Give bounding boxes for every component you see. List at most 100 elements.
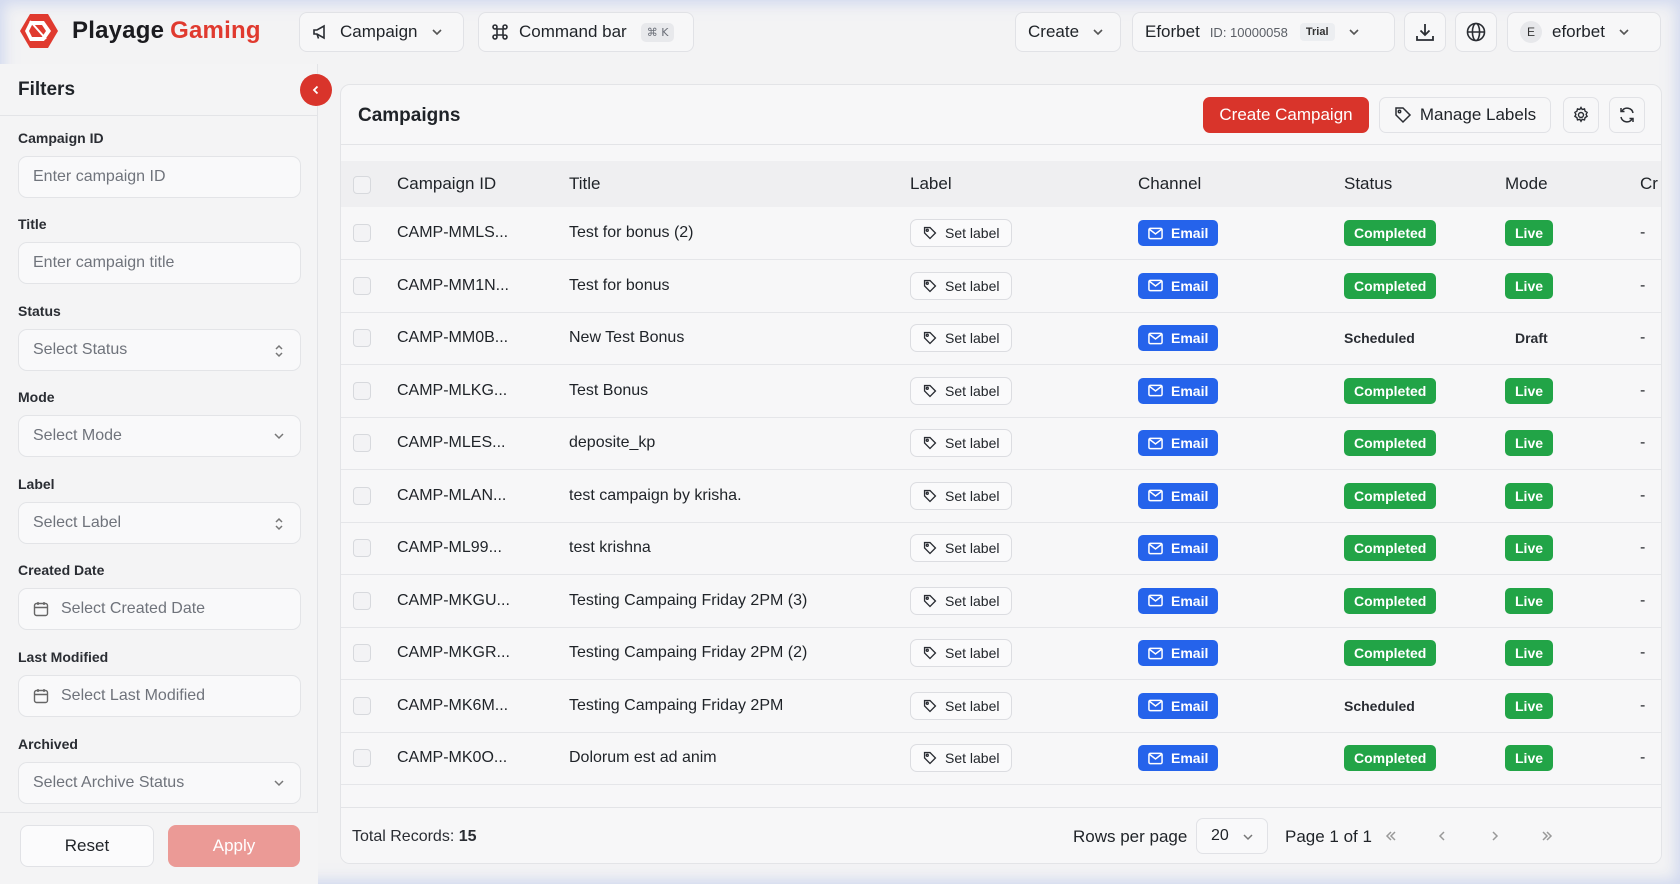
account-switcher[interactable]: Eforbet ID: 10000058 Trial bbox=[1132, 12, 1395, 52]
table-row[interactable]: CAMP-MK0O...Id ea iriure elitSet labelEm… bbox=[341, 785, 1661, 786]
column-header-title[interactable]: Title bbox=[569, 161, 910, 207]
campaign-title-cell[interactable]: deposite_kp bbox=[569, 417, 910, 470]
campaign-title-cell[interactable]: Test for bonus (2) bbox=[569, 207, 910, 260]
row-checkbox[interactable] bbox=[353, 381, 371, 400]
row-checkbox[interactable] bbox=[353, 434, 371, 453]
row-checkbox[interactable] bbox=[353, 749, 371, 768]
campaign-title-cell[interactable]: Id ea iriure elit bbox=[569, 785, 910, 786]
campaign-title-cell[interactable]: Dolorum est ad anim bbox=[569, 732, 910, 785]
command-bar-button[interactable]: Command bar ⌘ K bbox=[478, 12, 694, 52]
set-label-button[interactable]: Set label bbox=[910, 324, 1013, 353]
set-label-button[interactable]: Set label bbox=[910, 271, 1013, 300]
table-row[interactable]: CAMP-MM0B... New Test Bonus Set label Email… bbox=[341, 312, 1661, 365]
campaign-title-cell[interactable]: Testing Campaing Friday 2PM bbox=[569, 680, 910, 733]
settings-button[interactable] bbox=[1563, 97, 1599, 133]
table-row[interactable]: CAMP-MLKG... Test Bonus Set label Email Comp… bbox=[341, 365, 1661, 418]
created-date-picker[interactable]: Select Created Date bbox=[18, 588, 301, 630]
mode-cell: Live bbox=[1505, 732, 1640, 785]
mode-select[interactable]: Select Mode bbox=[18, 415, 301, 457]
language-button[interactable] bbox=[1455, 12, 1497, 52]
row-checkbox[interactable] bbox=[353, 329, 371, 348]
row-checkbox[interactable] bbox=[353, 644, 371, 663]
table-row[interactable]: CAMP-MK6M... Testing Campaing Friday 2PM S… bbox=[341, 680, 1661, 733]
download-button[interactable] bbox=[1404, 12, 1446, 52]
column-header-mode[interactable]: Mode bbox=[1505, 161, 1640, 207]
table-row[interactable]: CAMP-ML99... test krishna Set label Email Co… bbox=[341, 522, 1661, 575]
column-header-label[interactable]: Label bbox=[910, 161, 1138, 207]
manage-labels-button[interactable]: Manage Labels bbox=[1379, 97, 1551, 133]
campaign-id-cell[interactable]: CAMP-MM0B... bbox=[397, 312, 569, 365]
campaign-title-cell[interactable]: Test for bonus bbox=[569, 260, 910, 313]
set-label-button[interactable]: Set label bbox=[910, 376, 1013, 405]
last-page-button[interactable] bbox=[1533, 822, 1561, 850]
row-checkbox[interactable] bbox=[353, 696, 371, 715]
row-checkbox[interactable] bbox=[353, 539, 371, 558]
campaign-title-cell[interactable]: Test Bonus bbox=[569, 365, 910, 418]
rows-per-page-select[interactable]: 20 bbox=[1196, 818, 1268, 854]
apply-button[interactable]: Apply bbox=[168, 825, 300, 867]
select-all-checkbox[interactable] bbox=[353, 175, 371, 194]
campaign-id-cell[interactable]: CAMP-MLAN... bbox=[397, 470, 569, 523]
label-select[interactable]: Select Label bbox=[18, 502, 301, 544]
campaign-id-cell[interactable]: CAMP-MLKG... bbox=[397, 365, 569, 418]
campaign-title-cell[interactable]: New Test Bonus bbox=[569, 312, 910, 365]
campaign-id-cell[interactable]: CAMP-MM1N... bbox=[397, 260, 569, 313]
reset-button[interactable]: Reset bbox=[20, 825, 154, 867]
column-header-campaign-id[interactable]: Campaign ID bbox=[397, 161, 569, 207]
table-row[interactable]: CAMP-MK0O... Dolorum est ad anim Set label… bbox=[341, 732, 1661, 785]
table-row[interactable]: CAMP-MMLS... Test for bonus (2) Set label E… bbox=[341, 207, 1661, 260]
row-checkbox[interactable] bbox=[353, 486, 371, 505]
campaign-id-cell[interactable]: CAMP-MKGU... bbox=[397, 575, 569, 628]
set-label-button[interactable]: Set label bbox=[910, 534, 1013, 563]
campaign-title-cell[interactable]: test krishna bbox=[569, 522, 910, 575]
campaign-id-cell[interactable]: CAMP-MKGR... bbox=[397, 627, 569, 680]
campaigns-table-container[interactable]: Campaign ID Title Label Channel Status M… bbox=[341, 161, 1661, 785]
title-input[interactable] bbox=[33, 254, 286, 272]
row-select-cell bbox=[341, 470, 397, 523]
row-checkbox[interactable] bbox=[353, 223, 371, 242]
campaign-id-cell[interactable]: CAMP-MLES... bbox=[397, 417, 569, 470]
set-label-button[interactable]: Set label bbox=[910, 586, 1013, 615]
campaign-id-cell[interactable]: CAMP-ML99... bbox=[397, 522, 569, 575]
column-header-created[interactable]: Cr bbox=[1640, 161, 1661, 207]
set-label-button[interactable]: Set label bbox=[910, 639, 1013, 668]
table-row[interactable]: CAMP-MLES... deposite_kp Set label Email Com… bbox=[341, 417, 1661, 470]
table-row[interactable]: CAMP-MKGR... Testing Campaing Friday 2PM … bbox=[341, 627, 1661, 680]
table-row[interactable]: CAMP-MLAN... test campaign by krisha. Set … bbox=[341, 470, 1661, 523]
campaign-id-input[interactable] bbox=[33, 168, 286, 186]
campaign-id-cell[interactable]: CAMP-MK0O... bbox=[397, 785, 569, 786]
column-header-channel[interactable]: Channel bbox=[1138, 161, 1344, 207]
set-label-button[interactable]: Set label bbox=[910, 481, 1013, 510]
user-menu-button[interactable]: E eforbet bbox=[1507, 12, 1661, 52]
previous-page-button[interactable] bbox=[1428, 822, 1456, 850]
next-page-button[interactable] bbox=[1481, 822, 1509, 850]
title-field[interactable] bbox=[18, 242, 301, 284]
column-header-status[interactable]: Status bbox=[1344, 161, 1505, 207]
create-menu-button[interactable]: Create bbox=[1015, 12, 1121, 52]
collapse-sidebar-button[interactable] bbox=[300, 74, 332, 106]
table-row[interactable]: CAMP-MKGU... Testing Campaing Friday 2PM … bbox=[341, 575, 1661, 628]
table-row[interactable]: CAMP-MM1N... Test for bonus Set label Email… bbox=[341, 260, 1661, 313]
set-label-button[interactable]: Set label bbox=[910, 429, 1013, 458]
set-label-button[interactable]: Set label bbox=[910, 744, 1013, 773]
campaign-title-cell[interactable]: test campaign by krisha. bbox=[569, 470, 910, 523]
campaign-id-cell[interactable]: CAMP-MMLS... bbox=[397, 207, 569, 260]
campaign-id-field[interactable] bbox=[18, 156, 301, 198]
set-label-button[interactable]: Set label bbox=[910, 691, 1013, 720]
mail-icon bbox=[1148, 647, 1163, 660]
campaign-id-cell[interactable]: CAMP-MK0O... bbox=[397, 732, 569, 785]
archived-select[interactable]: Select Archive Status bbox=[18, 762, 301, 804]
campaign-title-cell[interactable]: Testing Campaing Friday 2PM (3) bbox=[569, 575, 910, 628]
brand-logo[interactable]: Playage Gaming bbox=[18, 12, 261, 50]
campaign-id-cell[interactable]: CAMP-MK6M... bbox=[397, 680, 569, 733]
row-checkbox[interactable] bbox=[353, 591, 371, 610]
last-modified-picker[interactable]: Select Last Modified bbox=[18, 675, 301, 717]
row-checkbox[interactable] bbox=[353, 276, 371, 295]
refresh-button[interactable] bbox=[1609, 97, 1645, 133]
status-select[interactable]: Select Status bbox=[18, 329, 301, 371]
campaign-menu-button[interactable]: Campaign bbox=[299, 12, 464, 52]
create-campaign-button[interactable]: Create Campaign bbox=[1203, 97, 1369, 133]
campaign-title-cell[interactable]: Testing Campaing Friday 2PM (2) bbox=[569, 627, 910, 680]
set-label-button[interactable]: Set label bbox=[910, 219, 1013, 247]
first-page-button[interactable] bbox=[1377, 822, 1405, 850]
